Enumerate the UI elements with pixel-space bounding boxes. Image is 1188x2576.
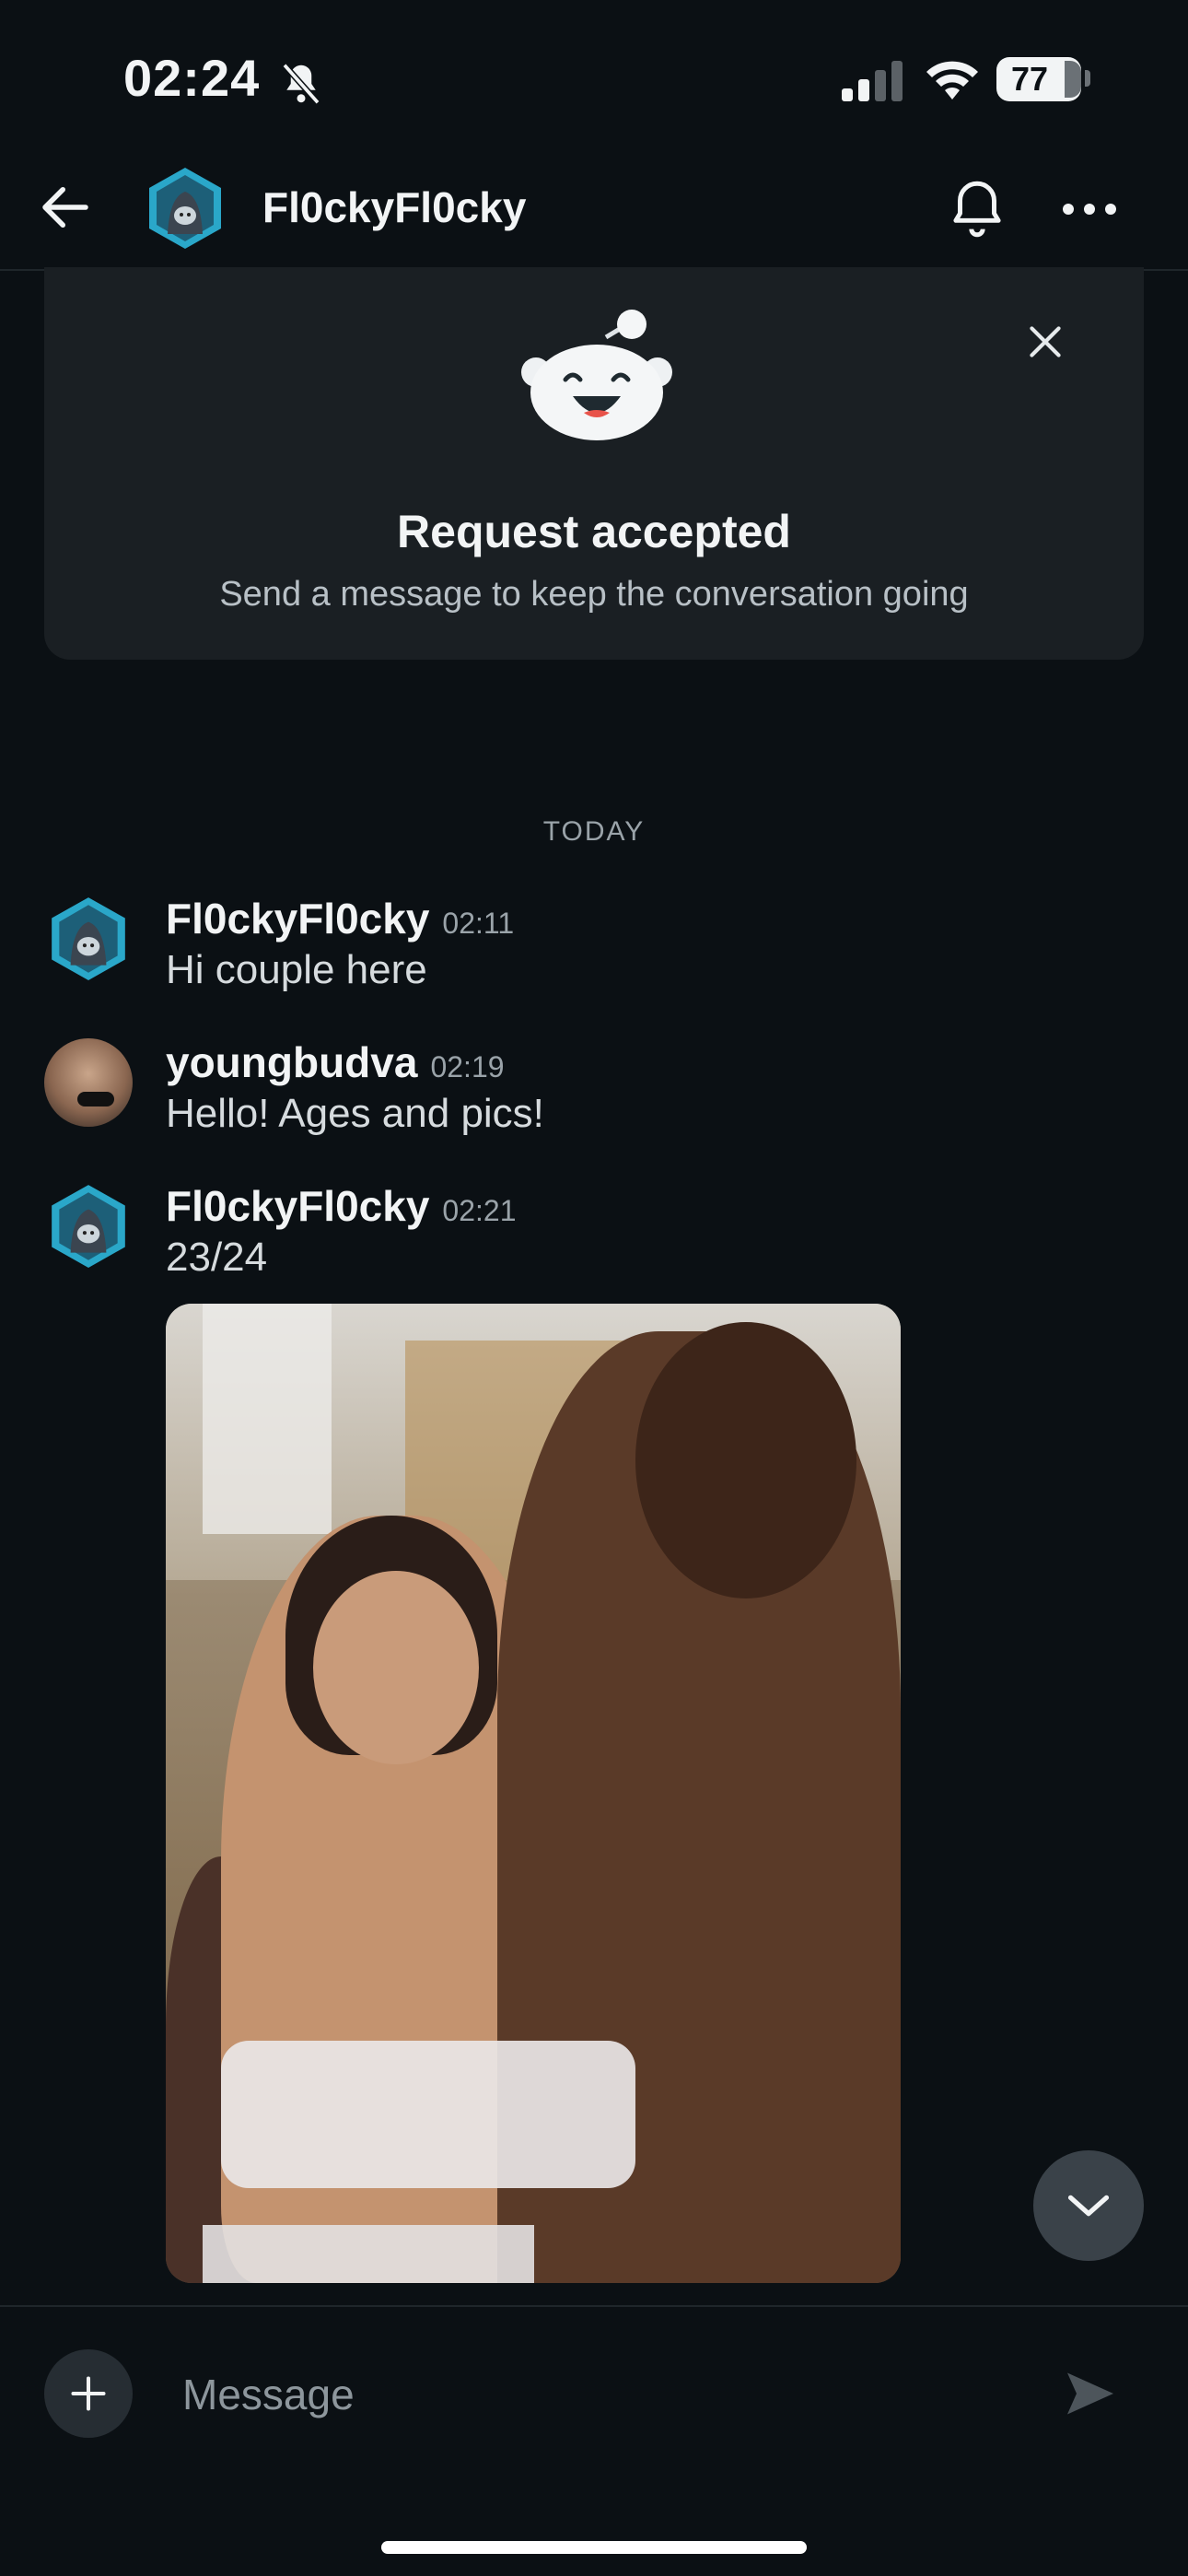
banner-subtitle: Send a message to keep the conversation … [219, 575, 969, 614]
home-indicator [381, 2541, 807, 2554]
add-attachment-button[interactable] [44, 2349, 133, 2438]
send-icon[interactable] [1063, 2368, 1118, 2419]
avatar[interactable] [44, 1038, 133, 1127]
avatar[interactable] [44, 894, 133, 982]
composer-divider [0, 2305, 1188, 2307]
scroll-to-bottom-button[interactable] [1033, 2150, 1144, 2261]
battery-icon: 77 [996, 57, 1081, 101]
message-header: youngbudva 02:19 [166, 1037, 505, 1087]
wifi-icon [926, 61, 978, 100]
more-options-icon[interactable] [1059, 193, 1120, 225]
message-time: 02:21 [442, 1194, 517, 1227]
message-author[interactable]: youngbudva [166, 1038, 417, 1086]
snoo-hood-avatar-icon [52, 1185, 125, 1268]
message-text: Hello! Ages and pics! [166, 1091, 544, 1136]
message-image-attachment[interactable] [166, 1304, 901, 2283]
message-text: 23/24 [166, 1235, 268, 1280]
message-time: 02:19 [430, 1050, 505, 1083]
header-avatar[interactable] [142, 164, 228, 251]
snoo-hood-avatar-icon [52, 897, 125, 980]
snoo-mascot-icon [521, 310, 672, 440]
snoo-hood-avatar-icon [149, 168, 221, 249]
battery-level: 77 [1010, 60, 1049, 98]
mute-bell-icon [282, 63, 320, 105]
conversation-title: Fl0ckyFl0cky [262, 183, 527, 231]
avatar[interactable] [44, 1181, 133, 1270]
bell-icon[interactable] [943, 175, 1011, 243]
close-banner-icon[interactable] [1022, 319, 1068, 365]
battery-cap [1085, 70, 1090, 87]
message-text: Hi couple here [166, 947, 427, 992]
date-separator: TODAY [542, 816, 646, 847]
message-time: 02:11 [442, 907, 515, 940]
message-author[interactable]: Fl0ckyFl0cky [166, 1182, 429, 1230]
message-header: Fl0ckyFl0cky 02:21 [166, 1181, 517, 1231]
message-input[interactable] [181, 2363, 1013, 2426]
back-arrow-icon[interactable] [35, 177, 96, 238]
status-time: 02:24 [123, 49, 261, 107]
banner-title: Request accepted [397, 506, 791, 557]
message-header: Fl0ckyFl0cky 02:11 [166, 894, 514, 943]
signal-icon [842, 61, 903, 101]
chevron-down-icon [1067, 2195, 1110, 2217]
plus-icon [71, 2376, 106, 2411]
message-author[interactable]: Fl0ckyFl0cky [166, 895, 429, 943]
